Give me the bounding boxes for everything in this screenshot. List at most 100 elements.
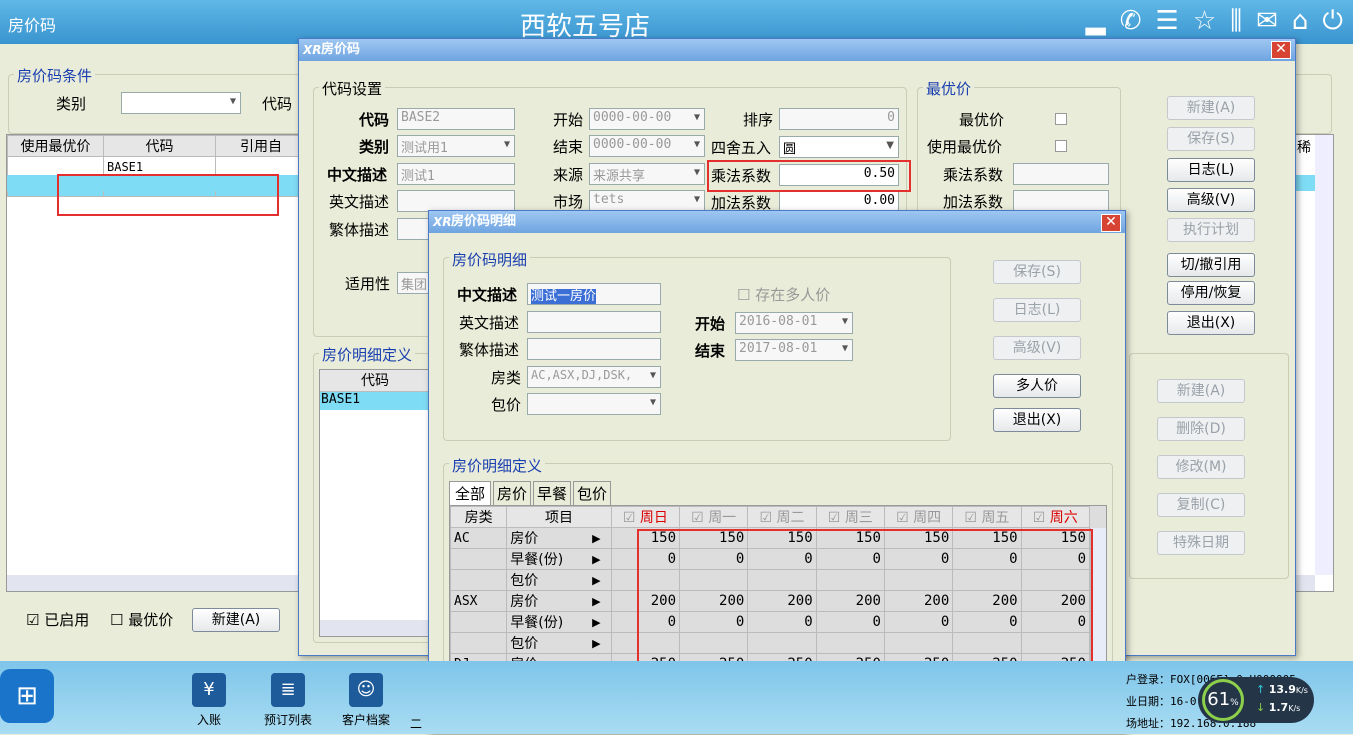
cn-desc-field[interactable]: 测试一房价 — [527, 283, 661, 305]
en-desc-field[interactable] — [397, 190, 515, 212]
applicability-label: 适用性 — [345, 275, 391, 293]
code-field[interactable]: BASE2 — [397, 108, 515, 130]
expand-arrow-icon[interactable]: ▶ — [589, 527, 612, 549]
end-date[interactable]: 0000-00-00 — [589, 135, 705, 157]
posting-button[interactable]: ¥ 入账 — [184, 673, 234, 728]
log-button[interactable]: 日志(L) — [1167, 158, 1255, 182]
category-select[interactable]: 测试用1 — [397, 135, 515, 157]
col-header[interactable]: 使用最优价 — [7, 135, 104, 157]
best-price-checkbox[interactable] — [1055, 113, 1067, 125]
tw-desc-field[interactable] — [527, 338, 661, 360]
columns-icon[interactable]: ⫼ — [1230, 6, 1242, 37]
menu-icon[interactable]: ☰ — [1156, 6, 1179, 37]
best-addend-field[interactable] — [1013, 190, 1109, 212]
vertical-scrollbar[interactable] — [1315, 135, 1333, 575]
table-row[interactable]: BASE1 — [320, 392, 430, 410]
col-header[interactable]: 代码 — [320, 370, 430, 392]
day-header[interactable]: ☑ 周一 — [679, 506, 749, 528]
detail-def-title: 房价明细定义 — [319, 344, 416, 365]
star-icon[interactable]: ☆ — [1193, 6, 1216, 37]
advanced-button[interactable]: 高级(V) — [1167, 188, 1255, 212]
multi-person-price-button[interactable]: 多人价 — [993, 374, 1081, 398]
expand-arrow-icon[interactable]: ▶ — [589, 569, 612, 591]
day-header[interactable]: ☑ 周六 — [1020, 506, 1091, 528]
reservation-list-button[interactable]: ≣ 预订列表 — [258, 673, 318, 728]
exit-button[interactable]: 退出(X) — [1167, 311, 1255, 335]
expand-arrow-icon[interactable]: ▶ — [589, 548, 612, 570]
day-header[interactable]: ☑ 周四 — [883, 506, 954, 528]
home-icon[interactable]: ⌂ — [1292, 6, 1309, 37]
expand-arrow-icon[interactable]: ▶ — [589, 632, 612, 654]
col-header[interactable]: 房类 — [450, 506, 508, 528]
round-select[interactable]: 圆 — [779, 136, 899, 158]
col-header[interactable]: 代码 — [103, 135, 216, 157]
expand-arrow-icon[interactable]: ▶ — [589, 590, 612, 612]
rate-detail-dialog: XR 房价码明细 ✕ 房价码明细 中文描述 测试一房价 英文描述 繁体描述 房类 … — [428, 210, 1126, 734]
tab-all[interactable]: 全部 — [449, 481, 492, 505]
close-icon[interactable]: ✕ — [1101, 214, 1121, 232]
market-label: 市场 — [553, 193, 584, 211]
type-select[interactable] — [121, 92, 241, 114]
exec-plan-button[interactable]: 执行计划 — [1167, 218, 1255, 242]
best-addend-label: 加法系数 — [943, 193, 1004, 211]
room-type-select[interactable]: AC,ASX,DJ,DSK, — [527, 366, 661, 388]
detail-copy-button[interactable]: 复制(C) — [1157, 493, 1245, 517]
advanced-button[interactable]: 高级(V) — [993, 336, 1081, 360]
day-header[interactable]: ☑ 周五 — [952, 506, 1022, 528]
save-button[interactable]: 保存(S) — [1167, 127, 1255, 151]
save-button[interactable]: 保存(S) — [993, 260, 1081, 284]
day-header[interactable]: ☑ 周三 — [815, 506, 885, 528]
market-select[interactable]: tets — [589, 190, 705, 212]
day-header[interactable]: ☑ 周日 — [610, 506, 681, 528]
close-icon[interactable]: ✕ — [1271, 41, 1291, 59]
start-label: 开始 — [553, 111, 584, 129]
log-button[interactable]: 日志(L) — [993, 298, 1081, 322]
upload-speed: ↑ 13.9K/s — [1256, 683, 1308, 696]
best-checkbox[interactable]: ☐ 最优价 — [110, 609, 173, 630]
item-cell: 早餐(份) — [506, 548, 590, 570]
signal-icon[interactable]: ▂ — [1086, 6, 1106, 37]
enabled-checkbox[interactable]: ☑ 已启用 — [26, 609, 89, 630]
expand-arrow-icon[interactable]: ▶ — [589, 611, 612, 633]
customer-profile-button[interactable]: ☺ 客户档案 — [336, 673, 396, 728]
exit-button[interactable]: 退出(X) — [993, 408, 1081, 432]
room-type-cell — [450, 569, 508, 591]
apps-icon[interactable]: ⊞ — [0, 669, 54, 723]
detail-delete-button[interactable]: 删除(D) — [1157, 417, 1245, 441]
tab-breakfast[interactable]: 早餐 — [533, 481, 572, 505]
use-best-checkbox[interactable] — [1055, 140, 1067, 152]
sort-field[interactable]: 0 — [779, 108, 899, 130]
room-type-cell: AC — [450, 527, 508, 549]
best-multiplier-field[interactable] — [1013, 163, 1109, 185]
power-icon[interactable]: ⏻ — [1322, 6, 1343, 37]
tab-package[interactable]: 包价 — [573, 481, 612, 505]
item-cell: 包价 — [506, 569, 590, 591]
cn-desc-field[interactable]: 测试1 — [397, 163, 515, 185]
multi-person-checkbox[interactable]: ☐ 存在多人价 — [737, 284, 830, 305]
en-desc-field[interactable] — [527, 311, 661, 333]
col-header[interactable]: 引用自 — [215, 135, 307, 157]
xr-logo: XR — [303, 43, 322, 57]
package-select[interactable] — [527, 393, 661, 415]
new-button[interactable]: 新建(A) — [192, 608, 280, 632]
detail-modify-button[interactable]: 修改(M) — [1157, 455, 1245, 479]
col-header[interactable]: 项目 — [506, 506, 612, 528]
toggle-reference-button[interactable]: 切/撤引用 — [1167, 253, 1255, 277]
yen-icon: ¥ — [192, 673, 226, 707]
horizontal-scrollbar[interactable] — [320, 620, 430, 636]
source-select[interactable]: 来源共享 — [589, 163, 705, 185]
app-title: 房价码 — [8, 16, 57, 35]
mail-icon[interactable]: ✉ — [1256, 6, 1278, 37]
special-date-button[interactable]: 特殊日期 — [1157, 531, 1245, 555]
tw-desc-label: 繁体描述 — [459, 341, 520, 359]
start-date[interactable]: 2016-08-01 — [735, 312, 853, 334]
download-speed: ↓ 1.7K/s — [1256, 701, 1301, 714]
day-header[interactable]: ☑ 周二 — [747, 506, 817, 528]
disable-restore-button[interactable]: 停用/恢复 — [1167, 281, 1255, 305]
phone-icon[interactable]: ✆ — [1120, 6, 1142, 37]
start-date[interactable]: 0000-00-00 — [589, 108, 705, 130]
new-button[interactable]: 新建(A) — [1167, 96, 1255, 120]
detail-new-button[interactable]: 新建(A) — [1157, 379, 1245, 403]
tab-room-rate[interactable]: 房价 — [493, 481, 532, 505]
end-date[interactable]: 2017-08-01 — [735, 339, 853, 361]
